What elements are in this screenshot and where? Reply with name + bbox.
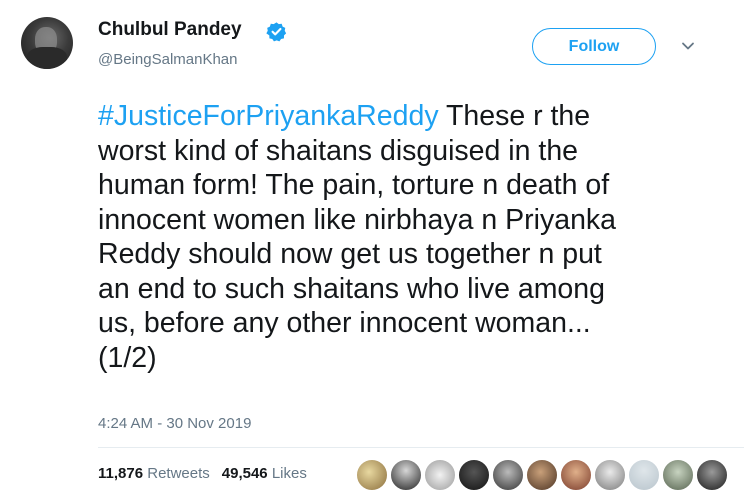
liker-avatars [356,459,746,491]
tweet-text-line: (1/2) [98,341,157,374]
chevron-down-icon[interactable] [680,40,696,52]
liker-avatar[interactable] [424,459,456,491]
tweet-stats: 11,876 Retweets 49,546 Likes [98,465,307,482]
follow-button[interactable]: Follow [532,28,656,65]
likes-label: Likes [271,465,307,482]
tweet-text-line: Reddy should now get us together n put [98,238,602,270]
tweet-text-segment: These r the [438,100,591,132]
liker-avatar[interactable] [560,459,592,491]
liker-avatar[interactable] [356,459,388,491]
avatar-body-shape [27,47,67,69]
liker-avatar[interactable] [390,459,422,491]
retweets-label: Retweets [147,465,210,482]
tweet-text-line: worst kind of shaitans disguised in the [98,134,579,167]
tweet-text: #JusticeForPriyankaReddy These r the wor… [98,99,738,375]
tweet-text-line: an end to such shaitans who live among [98,272,605,305]
author-handle[interactable]: @BeingSalmanKhan [98,51,237,68]
divider [98,447,744,448]
liker-avatar[interactable] [526,459,558,491]
tweet-text-line: innocent women like nirbhaya n Priyanka [98,203,617,236]
liker-avatar[interactable] [492,459,524,491]
retweets-stat[interactable]: 11,876 Retweets [98,465,210,482]
tweet-timestamp[interactable]: 4:24 AM - 30 Nov 2019 [98,415,251,432]
likes-count: 49,546 [221,465,268,482]
retweets-count: 11,876 [98,465,144,482]
tweet-text-line: human form! The pain, torture n death of [98,169,610,201]
likes-stat[interactable]: 49,546 Likes [222,465,307,482]
verified-badge-icon [266,22,287,42]
tweet-text-line: us, before any other innocent woman... [98,307,591,339]
liker-avatar[interactable] [458,459,490,491]
liker-avatar[interactable] [628,459,660,491]
tweet-text-line: #JusticeForPriyankaReddy These r the [98,99,738,134]
liker-avatar[interactable] [594,459,626,491]
author-display-name[interactable]: Chulbul Pandey [98,19,242,41]
author-avatar[interactable] [21,17,73,69]
hashtag-link[interactable]: #JusticeForPriyankaReddy [98,100,439,132]
liker-avatar[interactable] [696,459,728,491]
liker-avatar[interactable] [662,459,694,491]
